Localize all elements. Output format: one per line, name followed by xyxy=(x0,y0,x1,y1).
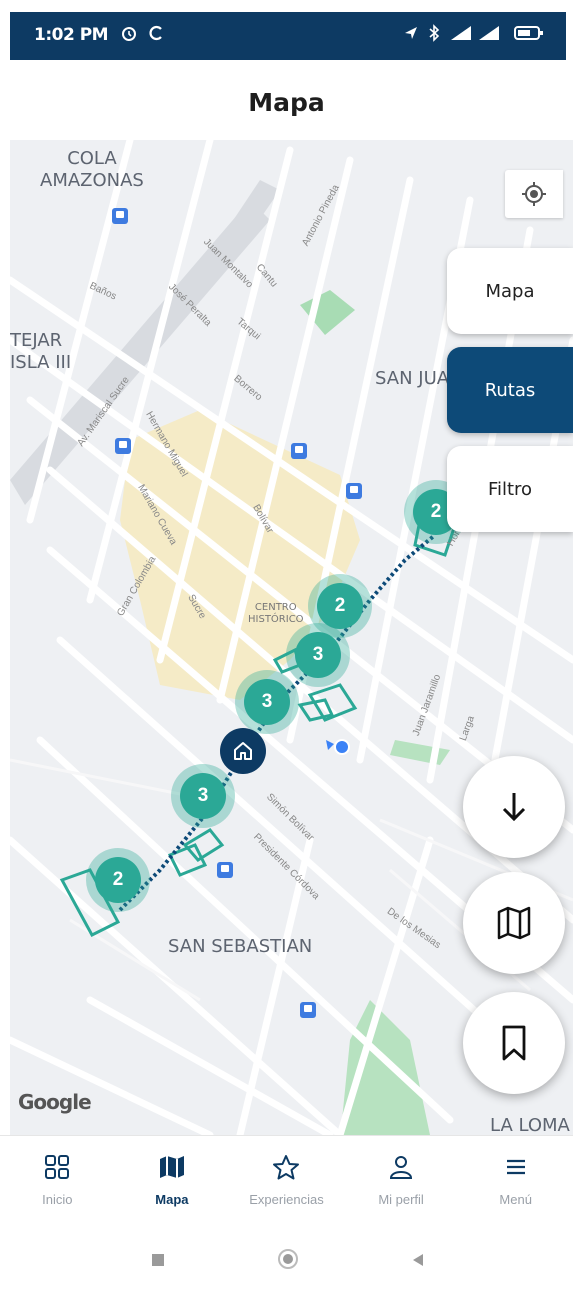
bus-stop-icon[interactable] xyxy=(291,443,307,459)
sync-icon xyxy=(149,25,162,41)
map-icon xyxy=(159,1156,184,1178)
battery-icon xyxy=(514,26,543,40)
cluster-count: 2 xyxy=(317,583,363,629)
tab-filtro[interactable]: Filtro xyxy=(447,446,573,532)
star-icon xyxy=(273,1155,300,1180)
bus-stop-icon[interactable] xyxy=(300,1002,316,1018)
bus-stop-icon[interactable] xyxy=(112,208,128,224)
my-location-button[interactable] xyxy=(505,170,563,218)
home-marker[interactable] xyxy=(220,728,266,774)
bottom-navigation: Inicio Mapa Experiencias Mi perfil Menú xyxy=(0,1135,573,1230)
recent-apps-icon[interactable] xyxy=(150,1252,166,1268)
google-logo: Google xyxy=(18,1090,92,1114)
bluetooth-icon xyxy=(429,24,440,42)
page-title: Mapa xyxy=(248,88,325,117)
route-cluster-marker[interactable]: 3 xyxy=(171,764,235,828)
menu-icon xyxy=(506,1159,525,1175)
home-button-icon[interactable] xyxy=(277,1248,299,1270)
route-cluster-marker[interactable]: 3 xyxy=(286,623,350,687)
place-label-la-loma: LA LOMA xyxy=(490,1115,570,1135)
bus-stop-icon[interactable] xyxy=(346,483,362,499)
cluster-count: 3 xyxy=(295,632,341,678)
nav-item-menu[interactable]: Menú xyxy=(458,1136,573,1230)
bus-stop-icon[interactable] xyxy=(115,438,131,454)
nav-item-mi-perfil[interactable]: Mi perfil xyxy=(344,1136,459,1230)
bookmark-icon xyxy=(502,1025,526,1061)
place-label-san-juan: SAN JUA xyxy=(375,368,450,389)
place-label-san-sebastian: SAN SEBASTIAN xyxy=(168,936,313,957)
status-left-icons xyxy=(120,24,164,42)
arrow-down-icon xyxy=(502,793,526,822)
person-icon xyxy=(390,1156,413,1179)
place-label-tejar: TEJAR ISLA III xyxy=(10,330,72,373)
cluster-count: 2 xyxy=(95,857,141,903)
place-label-centro-historico: CENTRO HISTÓRICO xyxy=(248,602,304,625)
bus-stop-icon[interactable] xyxy=(217,862,233,878)
back-icon[interactable] xyxy=(410,1252,426,1268)
nav-item-mapa[interactable]: Mapa xyxy=(115,1136,230,1230)
status-bar: 1:02 PM xyxy=(10,12,566,60)
cluster-count: 3 xyxy=(244,679,290,725)
map-icon xyxy=(497,906,531,940)
crosshair-icon xyxy=(522,182,546,206)
app-header: Mapa xyxy=(0,60,573,140)
grid-icon xyxy=(45,1155,70,1179)
nav-label: Experiencias xyxy=(249,1192,324,1207)
place-label-cola-amazonas: COLA AMAZONAS xyxy=(40,148,144,191)
nav-label: Mapa xyxy=(155,1192,189,1207)
nav-item-experiencias[interactable]: Experiencias xyxy=(229,1136,344,1230)
cluster-count: 3 xyxy=(180,773,226,819)
map-layers-button[interactable] xyxy=(463,872,565,974)
route-cluster-marker[interactable]: 2 xyxy=(86,848,150,912)
status-right-icons xyxy=(403,24,544,42)
nav-label: Mi perfil xyxy=(378,1192,424,1207)
saved-button[interactable] xyxy=(463,992,565,1094)
system-navigation-bar xyxy=(0,1230,573,1299)
tab-rutas[interactable]: Rutas xyxy=(447,347,573,433)
home-icon xyxy=(234,742,252,760)
download-button[interactable] xyxy=(463,756,565,858)
location-icon xyxy=(405,27,417,39)
nav-item-inicio[interactable]: Inicio xyxy=(0,1136,115,1230)
route-cluster-marker[interactable]: 3 xyxy=(235,670,299,734)
tab-mapa[interactable]: Mapa xyxy=(447,248,573,334)
alarm-icon xyxy=(122,27,136,41)
status-time: 1:02 PM xyxy=(34,25,109,45)
signal-icon xyxy=(451,26,499,40)
nav-label: Menú xyxy=(499,1192,532,1207)
nav-label: Inicio xyxy=(42,1192,73,1207)
